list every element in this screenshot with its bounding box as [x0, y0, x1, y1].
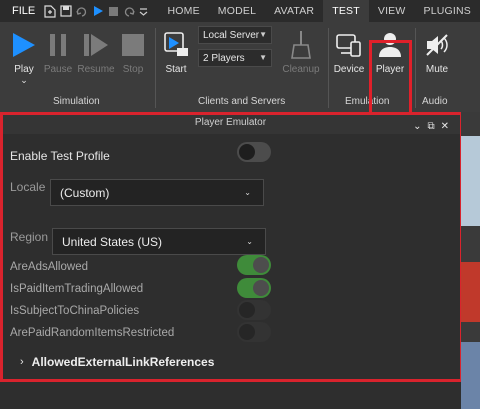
resume-label: Resume [77, 64, 115, 75]
play-icon[interactable] [92, 2, 104, 20]
locale-select[interactable]: (Custom) ⌄ [50, 179, 264, 206]
undo-icon[interactable] [123, 2, 135, 20]
chevron-down-icon: ⌄ [246, 237, 253, 246]
are-paid-random-items-restricted-toggle[interactable] [237, 322, 271, 342]
players-select[interactable]: 2 Players ▼ [198, 49, 272, 67]
region-label: Region [10, 230, 49, 244]
player-button-highlight [369, 40, 412, 118]
stop-icon[interactable] [108, 2, 119, 20]
server-select[interactable]: Local Server ▼ [198, 26, 272, 44]
pause-label: Pause [43, 64, 73, 75]
start-server-icon [163, 30, 189, 60]
play-button[interactable]: Play ⌄ [10, 30, 38, 86]
panel-title-bar: Player Emulator ⌄ ⧉ ✕ [0, 112, 461, 134]
section-title: AllowedExternalLinkReferences [31, 355, 215, 369]
player-emulator-panel: Player Emulator ⌄ ⧉ ✕ Enable Test Profil… [0, 112, 461, 409]
server-select-value: Local Server [203, 29, 260, 41]
tab-test[interactable]: TEST [323, 0, 369, 22]
is-subject-to-china-policies-toggle[interactable] [237, 300, 271, 320]
tab-home[interactable]: HOME [158, 0, 208, 22]
pause-button[interactable]: Pause [42, 30, 74, 75]
broom-icon [291, 30, 311, 60]
panel-title: Player Emulator [194, 117, 267, 128]
region-select[interactable]: United States (US) ⌄ [52, 228, 266, 255]
resume-icon [84, 30, 108, 60]
stop-label: Stop [122, 64, 144, 75]
chevron-down-icon: ⌄ [244, 188, 251, 197]
allowed-external-link-references-section[interactable]: › AllowedExternalLinkReferences [20, 355, 214, 369]
tab-avatar[interactable]: AVATAR [265, 0, 323, 22]
cleanup-button[interactable]: Cleanup [280, 30, 322, 75]
start-label: Start [165, 64, 187, 75]
simulation-group-label: Simulation [53, 96, 100, 107]
are-ads-allowed-toggle[interactable] [237, 255, 271, 275]
stop-button[interactable]: Stop [118, 30, 148, 75]
device-icon [336, 30, 362, 60]
start-button[interactable]: Start [162, 30, 190, 75]
mute-icon [424, 30, 450, 60]
redo-icon[interactable] [76, 2, 88, 20]
ribbon-toolbar: Play ⌄ Pause Resume Stop Simulation Star… [0, 22, 480, 118]
undock-icon[interactable]: ⧉ [427, 116, 434, 138]
enable-test-profile-label: Enable Test Profile [10, 149, 110, 163]
property-label: ArePaidRandomItemsRestricted [10, 327, 175, 339]
mute-button[interactable]: Mute [420, 30, 454, 75]
enable-test-profile-toggle[interactable] [237, 142, 271, 162]
close-icon[interactable]: ✕ [441, 116, 449, 138]
device-label: Device [333, 64, 365, 75]
locale-value: (Custom) [60, 185, 110, 200]
ribbon-separator [155, 28, 156, 108]
property-label: IsPaidItemTradingAllowed [10, 283, 144, 295]
mute-label: Mute [425, 64, 449, 75]
cleanup-label: Cleanup [282, 64, 320, 75]
resume-button[interactable]: Resume [76, 30, 116, 75]
play-icon [12, 30, 36, 60]
new-file-icon[interactable] [44, 2, 56, 20]
ribbon-separator [328, 28, 329, 108]
region-value: United States (US) [62, 234, 163, 249]
property-label: IsSubjectToChinaPolicies [10, 305, 140, 317]
is-paid-item-trading-allowed-toggle[interactable] [237, 278, 271, 298]
locale-label: Locale [10, 180, 46, 194]
dropdown-icon[interactable] [139, 2, 148, 20]
ribbon-tabs: HOME MODEL AVATAR TEST VIEW PLUGINS [158, 0, 480, 22]
players-select-value: 2 Players [203, 52, 245, 64]
pause-icon [49, 30, 67, 60]
game-viewport[interactable] [461, 112, 480, 409]
tab-view[interactable]: VIEW [369, 0, 415, 22]
chevron-down-icon: ▼ [259, 30, 267, 39]
menu-bar: FILE HOME MODEL AVATAR TEST VIEW PLUGINS [0, 0, 480, 22]
audio-group-label: Audio [422, 96, 448, 107]
chevron-right-icon[interactable]: › [20, 356, 24, 368]
tab-model[interactable]: MODEL [209, 0, 265, 22]
property-label: AreAdsAllowed [10, 261, 88, 273]
chevron-down-icon[interactable]: ⌄ [20, 75, 28, 86]
save-icon[interactable] [60, 2, 72, 20]
play-label: Play [14, 64, 34, 75]
stop-icon [122, 30, 144, 60]
chevron-down-icon[interactable]: ⌄ [413, 116, 421, 138]
file-menu[interactable]: FILE [0, 5, 44, 17]
chevron-down-icon: ▼ [259, 53, 267, 62]
clients-servers-group-label: Clients and Servers [198, 96, 286, 107]
ribbon-separator [415, 28, 416, 108]
device-button[interactable]: Device [332, 30, 366, 75]
tab-plugins[interactable]: PLUGINS [415, 0, 480, 22]
